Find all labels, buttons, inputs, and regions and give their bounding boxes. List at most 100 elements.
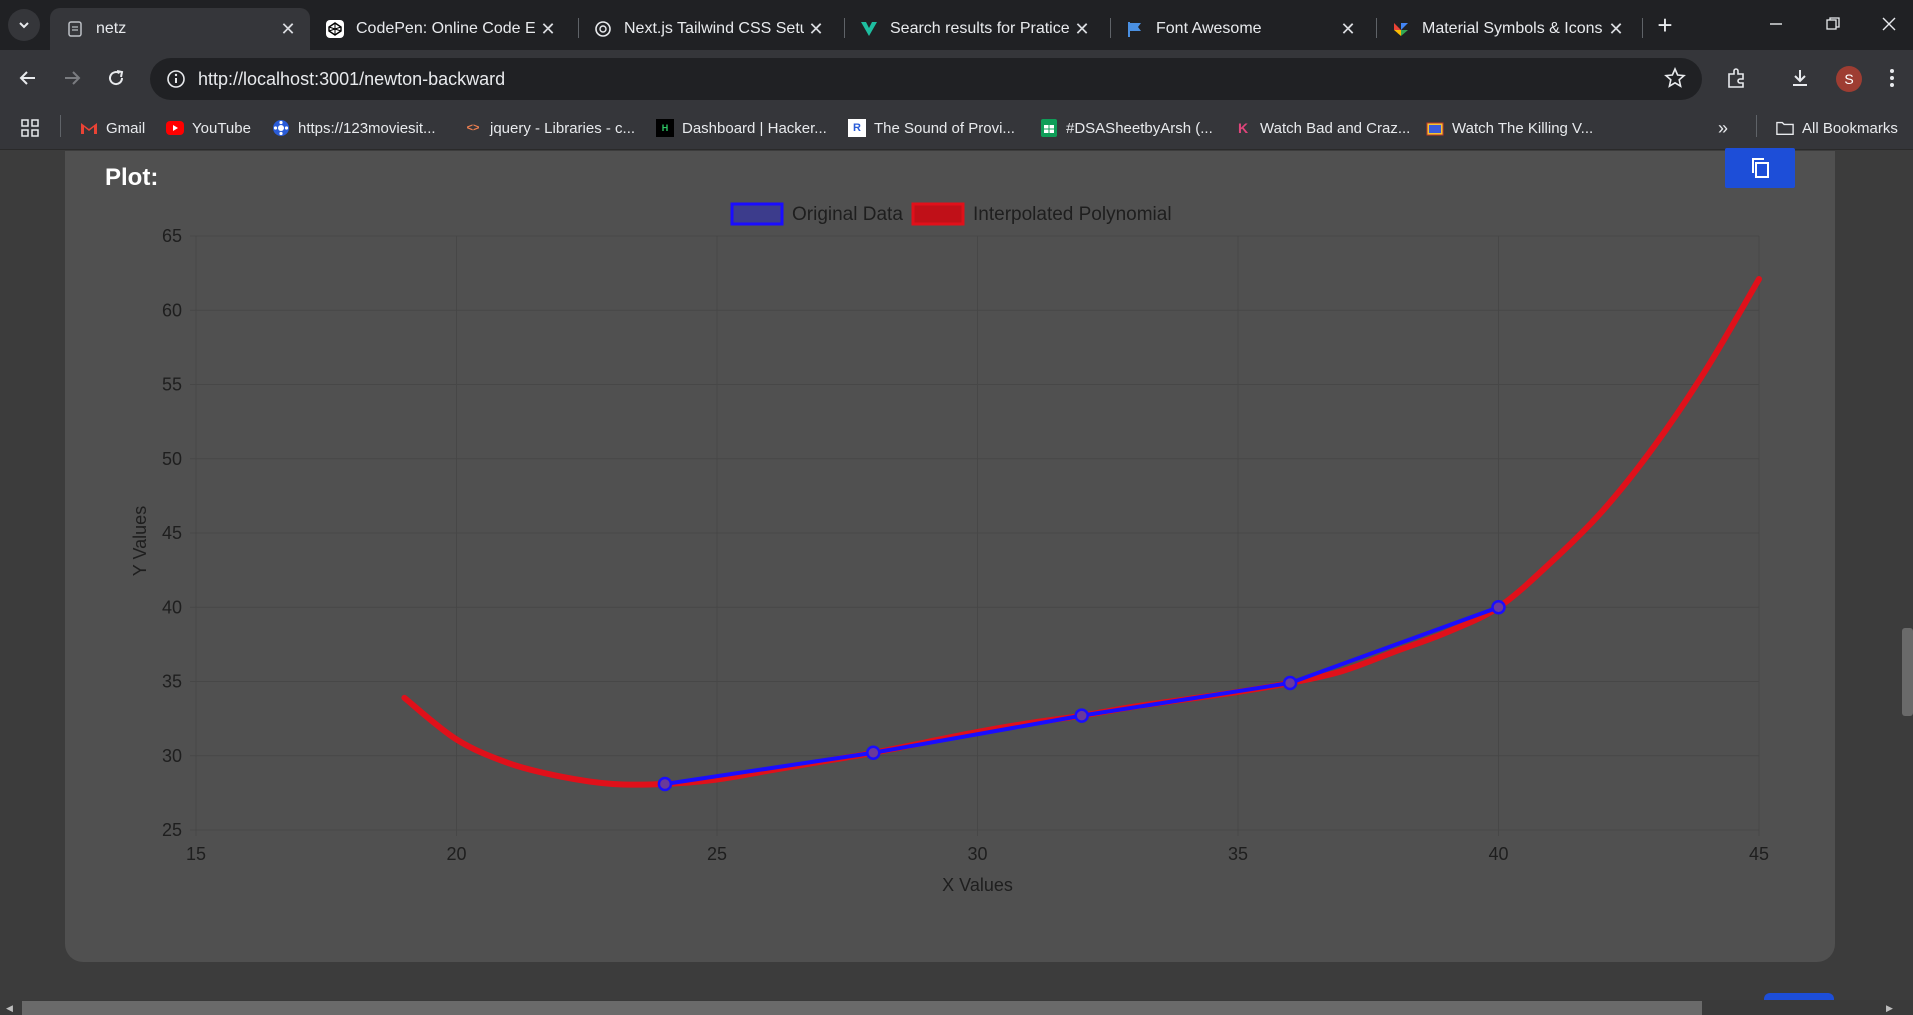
chart-legend[interactable]: Original Data Interpolated Polynomial xyxy=(730,202,1172,226)
scroll-right-arrow-icon[interactable]: ▶ xyxy=(1886,1003,1893,1014)
bookmark-label: Watch The Killing V... xyxy=(1452,119,1594,137)
horizontal-scrollbar-thumb[interactable] xyxy=(22,1001,1702,1015)
tab-vuetify[interactable]: Search results for Pratice - ✕ xyxy=(844,8,1104,50)
y-tick-label: 65 xyxy=(162,226,182,246)
chart-series xyxy=(401,276,1762,792)
forward-button[interactable] xyxy=(54,60,90,96)
bookmark-label: #DSASheetbyArsh (... xyxy=(1066,119,1213,137)
bookmark-divider xyxy=(60,115,61,137)
chevron-double-right-icon: » xyxy=(1718,117,1729,138)
reload-button[interactable] xyxy=(98,60,134,96)
close-icon[interactable]: ✕ xyxy=(276,17,300,41)
y-tick-label: 50 xyxy=(162,449,182,469)
data-point-original[interactable] xyxy=(1074,708,1089,723)
menu-button[interactable] xyxy=(1876,62,1908,94)
download-icon xyxy=(1793,70,1807,86)
tab-search-button[interactable] xyxy=(8,9,40,41)
data-point-original[interactable] xyxy=(866,745,881,761)
tab-material-symbols[interactable]: Material Symbols & Icons - ✕ xyxy=(1376,8,1638,50)
tab-title: CodePen: Online Code Edit xyxy=(356,20,536,37)
tab-netz[interactable]: netz ✕ xyxy=(50,8,310,50)
page-icon xyxy=(66,20,84,38)
close-icon[interactable]: ✕ xyxy=(536,17,560,41)
more-vertical-icon xyxy=(1890,69,1894,87)
scroll-left-arrow-icon[interactable]: ◀ xyxy=(6,1003,13,1014)
y-tick-label: 40 xyxy=(162,597,182,617)
code-icon: <> xyxy=(466,122,480,134)
bookmark-gmail[interactable]: Gmail xyxy=(80,116,145,140)
vertical-scrollbar-thumb[interactable] xyxy=(1902,628,1913,716)
bookmark-label: Dashboard | Hacker... xyxy=(682,119,827,137)
back-button[interactable] xyxy=(10,60,46,96)
close-icon[interactable]: ✕ xyxy=(1604,17,1628,41)
address-bar[interactable]: http://localhost:3001/newton-backward xyxy=(150,58,1702,100)
bookmark-123movies[interactable]: https://123moviesit... xyxy=(272,116,436,140)
all-bookmarks-button[interactable]: All Bookmarks xyxy=(1776,116,1898,140)
chart-axes: 15 20 25 30 35 40 45 25 30 35 40 45 50 55 60 65 xyxy=(162,226,1769,864)
close-icon[interactable]: ✕ xyxy=(1070,17,1094,41)
window-close-button[interactable] xyxy=(1869,8,1909,40)
minimize-button[interactable] xyxy=(1756,8,1796,40)
toolbar: http://localhost:3001/newton-backward xyxy=(0,50,1913,106)
x-tick-label: 40 xyxy=(1488,844,1508,864)
x-tick-label: 20 xyxy=(446,844,466,864)
arrow-right-icon xyxy=(65,71,81,85)
close-icon[interactable]: ✕ xyxy=(1336,17,1360,41)
y-tick-label: 45 xyxy=(162,523,182,543)
bookmark-sound-of-provi[interactable]: R The Sound of Provi... xyxy=(848,116,1015,140)
gmail-icon xyxy=(80,119,98,137)
tab-title: netz xyxy=(96,20,127,37)
extensions-button[interactable] xyxy=(1720,62,1752,94)
tab-title: Next.js Tailwind CSS Setup xyxy=(624,20,804,37)
tab-divider xyxy=(1376,18,1377,38)
x-tick-label: 45 xyxy=(1749,844,1769,864)
bookmark-dsa-sheet[interactable]: #DSASheetbyArsh (... xyxy=(1040,116,1213,140)
y-tick-label: 60 xyxy=(162,300,182,320)
codepen-icon xyxy=(326,20,344,38)
bookmark-label: The Sound of Provi... xyxy=(874,119,1015,137)
flag-icon xyxy=(1126,20,1144,38)
bookmark-killing-voice[interactable]: Watch The Killing V... xyxy=(1426,116,1593,140)
site-info-icon[interactable] xyxy=(156,69,196,89)
apps-button[interactable] xyxy=(20,116,40,140)
bookmark-label: YouTube xyxy=(192,119,251,137)
bookmark-youtube[interactable]: YouTube xyxy=(166,116,251,140)
x-axis-label: X Values xyxy=(942,875,1013,895)
bookmark-hackerrank[interactable]: H Dashboard | Hacker... xyxy=(656,116,827,140)
legend-swatch xyxy=(730,202,784,226)
folder-icon xyxy=(1776,119,1794,137)
data-point-original[interactable] xyxy=(657,776,673,792)
legend-label: Original Data xyxy=(792,204,903,225)
x-tick-label: 25 xyxy=(707,844,727,864)
arrow-left-icon xyxy=(19,71,35,85)
openai-icon xyxy=(594,20,612,38)
tab-divider xyxy=(578,18,579,38)
bookmark-label: Gmail xyxy=(106,119,146,137)
profile-avatar[interactable]: S xyxy=(1836,66,1862,92)
x-tick-label: 35 xyxy=(1228,844,1248,864)
downloads-button[interactable] xyxy=(1784,62,1816,94)
bookmark-label: https://123moviesit... xyxy=(298,119,436,137)
new-tab-button[interactable]: + xyxy=(1650,10,1680,40)
url-text[interactable]: http://localhost:3001/newton-backward xyxy=(198,69,505,90)
more-bookmarks-button[interactable]: » xyxy=(1718,116,1728,140)
restore-icon xyxy=(1826,17,1840,30)
legend-label: Interpolated Polynomial xyxy=(973,204,1172,225)
tab-nextjs[interactable]: Next.js Tailwind CSS Setup ✕ xyxy=(578,8,838,50)
puzzle-icon xyxy=(1728,68,1744,88)
restore-button[interactable] xyxy=(1813,8,1853,40)
y-tick-label: 35 xyxy=(162,672,182,692)
y-tick-label: 30 xyxy=(162,746,182,766)
data-point-original[interactable] xyxy=(1491,600,1506,615)
k-icon: K xyxy=(1237,120,1249,136)
bookmark-bad-and-crazy[interactable]: K Watch Bad and Craz... xyxy=(1234,116,1410,140)
material-icon xyxy=(1392,20,1410,38)
data-point-original[interactable] xyxy=(1282,675,1298,691)
bookmark-star-icon[interactable] xyxy=(1664,66,1686,94)
tab-codepen[interactable]: CodePen: Online Code Edit ✕ xyxy=(310,8,570,50)
tab-font-awesome[interactable]: Font Awesome ✕ xyxy=(1110,8,1370,50)
close-icon xyxy=(1882,17,1896,31)
tv-icon xyxy=(1426,119,1444,137)
close-icon[interactable]: ✕ xyxy=(804,17,828,41)
bookmark-jquery[interactable]: <> jquery - Libraries - c... xyxy=(464,116,635,140)
